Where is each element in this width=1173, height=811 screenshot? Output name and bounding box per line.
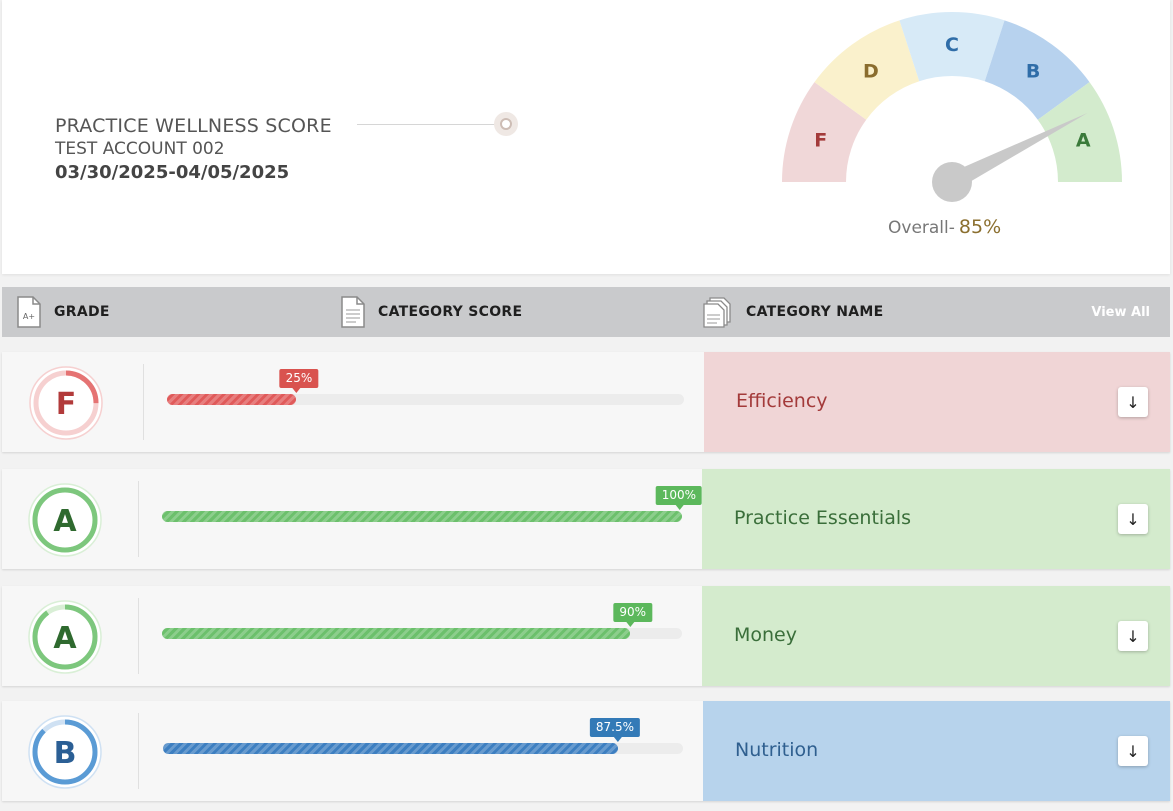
- row-divider: [143, 364, 144, 440]
- score-bar-track: 100%: [162, 486, 702, 522]
- date-range: 03/30/2025-04/05/2025: [55, 162, 290, 183]
- summary-card: PRACTICE WELLNESS SCORE TEST ACCOUNT 002…: [2, 0, 1170, 274]
- page-title: PRACTICE WELLNESS SCORE: [55, 115, 332, 137]
- category-name-panel: Practice Essentials ↓: [702, 469, 1170, 569]
- view-all-link[interactable]: View All: [1091, 305, 1150, 320]
- row-divider: [138, 481, 139, 557]
- overall-label: Overall-: [888, 218, 955, 238]
- table-row: A 90% Money ↓: [2, 586, 1170, 686]
- grade-gauge: F D C B A: [782, 12, 1122, 202]
- title-block: PRACTICE WELLNESS SCORE TEST ACCOUNT 002…: [55, 114, 332, 186]
- gauge-label-a: A: [1076, 129, 1091, 151]
- table-row: A 100% Practice Essentials ↓: [2, 469, 1170, 569]
- gauge-label-d: D: [863, 60, 879, 82]
- expand-button[interactable]: ↓: [1118, 736, 1148, 766]
- table-header: A+ GRADE CATEGORY SCORE CATEGORY NAME Vi…: [2, 287, 1170, 337]
- gauge-label-c: C: [945, 34, 959, 56]
- grade-letter: A: [53, 504, 77, 539]
- arrow-down-icon: ↓: [1126, 741, 1140, 761]
- score-bar-fill: 90%: [162, 603, 652, 639]
- expand-button[interactable]: ↓: [1118, 504, 1148, 534]
- overall-value: 85%: [958, 216, 1002, 238]
- table-row: F 25% Efficiency ↓: [2, 352, 1170, 452]
- score-bar-fill: 87.5%: [163, 718, 640, 754]
- grade-ring: A: [28, 600, 102, 674]
- grade-ring: A: [28, 483, 102, 557]
- gauge-label-f: F: [814, 129, 827, 151]
- grade-document-icon: A+: [17, 296, 41, 328]
- name-header: CATEGORY NAME: [702, 287, 884, 337]
- svg-text:A+: A+: [23, 312, 35, 321]
- connector-dot-icon: [494, 112, 518, 136]
- table-row: B 87.5% Nutrition ↓: [2, 701, 1170, 801]
- score-tooltip: 90%: [613, 603, 652, 627]
- category-name: Practice Essentials: [734, 507, 912, 529]
- category-name: Money: [734, 624, 797, 646]
- connector-line: [357, 124, 497, 125]
- score-bar-track: 90%: [162, 603, 682, 639]
- grade-header: A+ GRADE: [16, 287, 110, 337]
- grade-letter: B: [54, 736, 77, 771]
- row-divider: [138, 598, 139, 674]
- row-divider: [138, 713, 139, 789]
- category-name-panel: Money ↓: [702, 586, 1170, 686]
- score-bar-track: 25%: [167, 369, 684, 405]
- category-name-panel: Efficiency ↓: [704, 352, 1170, 452]
- expand-button[interactable]: ↓: [1118, 621, 1148, 651]
- gauge-needle-hub: [932, 162, 972, 202]
- score-tooltip: 25%: [279, 369, 319, 393]
- grade-letter: F: [56, 387, 77, 422]
- category-name: Efficiency: [736, 390, 828, 412]
- overall-score: Overall- 85%: [888, 216, 1001, 238]
- arrow-down-icon: ↓: [1126, 509, 1140, 529]
- arrow-down-icon: ↓: [1126, 626, 1140, 646]
- arrow-down-icon: ↓: [1126, 392, 1140, 412]
- category-name: Nutrition: [735, 739, 819, 761]
- gauge-label-b: B: [1026, 60, 1040, 82]
- score-tooltip: 87.5%: [589, 718, 640, 742]
- score-header-label: CATEGORY SCORE: [378, 304, 523, 320]
- grade-header-label: GRADE: [54, 304, 110, 320]
- score-bar-fill: 25%: [167, 369, 319, 405]
- score-tooltip: 100%: [655, 486, 702, 510]
- expand-button[interactable]: ↓: [1118, 387, 1148, 417]
- score-document-icon: [341, 296, 365, 328]
- grade-letter: A: [53, 621, 77, 656]
- category-name-panel: Nutrition ↓: [703, 701, 1170, 801]
- name-header-label: CATEGORY NAME: [746, 304, 884, 320]
- score-bar-track: 87.5%: [163, 718, 683, 754]
- grade-ring: B: [28, 715, 102, 789]
- documents-stack-icon: [703, 297, 731, 328]
- grade-ring: F: [29, 366, 103, 440]
- score-bar-fill: 100%: [162, 486, 702, 522]
- score-header: CATEGORY SCORE: [340, 287, 522, 337]
- account-name: TEST ACCOUNT 002: [55, 139, 225, 159]
